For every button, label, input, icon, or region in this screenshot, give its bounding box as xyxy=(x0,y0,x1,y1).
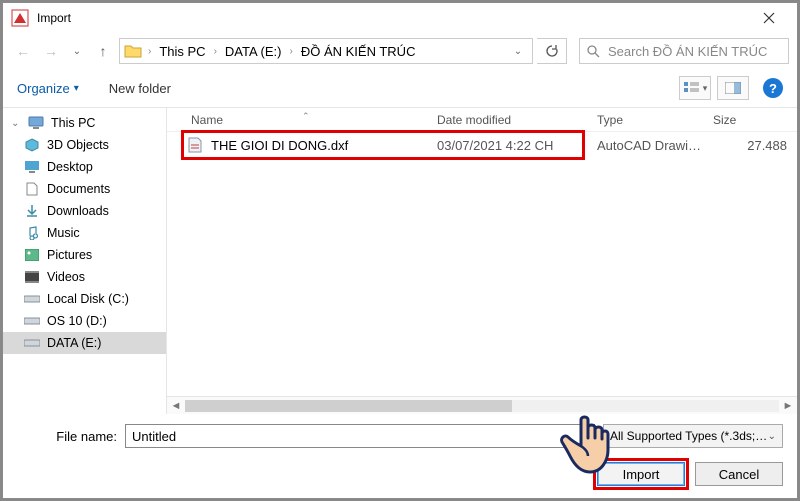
file-size: 27.488 xyxy=(707,138,797,153)
nav-history-dropdown[interactable]: ⌄ xyxy=(67,46,87,57)
tree-label: This PC xyxy=(51,116,95,130)
tree-label: Pictures xyxy=(47,248,92,262)
tree-label: 3D Objects xyxy=(47,138,109,152)
tree-item-downloads[interactable]: Downloads xyxy=(3,200,166,222)
tree-item-3d-objects[interactable]: 3D Objects xyxy=(3,134,166,156)
search-box[interactable] xyxy=(579,38,789,64)
tree-item-this-pc[interactable]: ⌄ This PC xyxy=(3,112,166,134)
tree-label: Local Disk (C:) xyxy=(47,292,129,306)
cancel-button[interactable]: Cancel xyxy=(695,462,783,486)
organize-menu[interactable]: Organize ▾ xyxy=(17,81,79,96)
tree-label: Music xyxy=(47,226,80,240)
drive-icon xyxy=(23,338,41,348)
breadcrumb-folder[interactable]: ĐỒ ÁN KIẾN TRÚC xyxy=(297,43,420,60)
column-name[interactable]: ⌃Name xyxy=(167,113,437,127)
file-type-select[interactable]: All Supported Types (*.3ds; *.bn ⌄ xyxy=(603,424,783,448)
chevron-right-icon: › xyxy=(212,46,219,57)
tree-label: Desktop xyxy=(47,160,93,174)
preview-pane-button[interactable] xyxy=(717,76,749,100)
desktop-icon xyxy=(23,161,41,173)
tree-label: DATA (E:) xyxy=(47,336,101,350)
tree-label: Videos xyxy=(47,270,85,284)
scroll-left-icon[interactable]: ◄ xyxy=(167,400,185,412)
file-name-label: File name: xyxy=(17,429,117,444)
horizontal-scrollbar[interactable]: ◄ ► xyxy=(167,396,797,414)
document-icon xyxy=(23,182,41,196)
video-icon xyxy=(23,271,41,283)
tree-item-local-disk-c[interactable]: Local Disk (C:) xyxy=(3,288,166,310)
chevron-down-icon: ⌄ xyxy=(768,431,776,442)
window-title: Import xyxy=(37,11,749,25)
chevron-down-icon: ▾ xyxy=(703,83,708,94)
view-options-button[interactable]: ▾ xyxy=(679,76,711,100)
folder-icon xyxy=(124,43,142,59)
nav-forward-button[interactable]: → xyxy=(39,39,63,63)
chevron-right-icon: › xyxy=(146,46,153,57)
breadcrumb-dropdown[interactable]: ⌄ xyxy=(508,46,528,57)
sort-asc-icon: ⌃ xyxy=(302,111,310,122)
music-icon xyxy=(23,226,41,240)
chevron-right-icon: › xyxy=(288,46,295,57)
search-icon xyxy=(586,44,600,58)
tree-item-pictures[interactable]: Pictures xyxy=(3,244,166,266)
tree-item-data-e[interactable]: DATA (E:) xyxy=(3,332,166,354)
nav-back-button[interactable]: ← xyxy=(11,39,35,63)
file-row[interactable]: THE GIOI DI DONG.dxf 03/07/2021 4:22 CH … xyxy=(167,132,797,158)
download-icon xyxy=(23,204,41,218)
tree-item-desktop[interactable]: Desktop xyxy=(3,156,166,178)
monitor-icon xyxy=(27,116,45,130)
chevron-down-icon: ▾ xyxy=(74,83,79,94)
scroll-right-icon[interactable]: ► xyxy=(779,400,797,412)
breadcrumb[interactable]: › This PC › DATA (E:) › ĐỒ ÁN KIẾN TRÚC … xyxy=(119,38,533,64)
drive-icon xyxy=(23,316,41,326)
cube-icon xyxy=(23,138,41,152)
organize-label: Organize xyxy=(17,81,70,96)
image-icon xyxy=(23,249,41,261)
file-date: 03/07/2021 4:22 CH xyxy=(437,138,587,153)
search-input[interactable] xyxy=(606,43,786,60)
file-name: THE GIOI DI DONG.dxf xyxy=(211,138,348,153)
chevron-down-icon: ⌄ xyxy=(11,118,21,129)
tree-item-music[interactable]: Music xyxy=(3,222,166,244)
tree-label: OS 10 (D:) xyxy=(47,314,107,328)
refresh-button[interactable] xyxy=(537,38,567,64)
tree-label: Downloads xyxy=(47,204,109,218)
tree-label: Documents xyxy=(47,182,110,196)
column-size[interactable]: Size xyxy=(707,113,797,127)
new-folder-button[interactable]: New folder xyxy=(109,81,171,96)
file-type-label: All Supported Types (*.3ds; *.bn xyxy=(610,429,768,443)
nav-up-button[interactable]: ↑ xyxy=(91,39,115,63)
dxf-file-icon xyxy=(187,137,203,153)
import-button[interactable]: Import xyxy=(597,462,685,486)
tree-item-videos[interactable]: Videos xyxy=(3,266,166,288)
help-button[interactable]: ? xyxy=(763,78,783,98)
column-type[interactable]: Type xyxy=(587,113,707,127)
breadcrumb-this-pc[interactable]: This PC xyxy=(155,43,209,60)
tree-item-documents[interactable]: Documents xyxy=(3,178,166,200)
file-name-input[interactable] xyxy=(125,424,595,448)
tree-item-os10-d[interactable]: OS 10 (D:) xyxy=(3,310,166,332)
column-date[interactable]: Date modified xyxy=(437,113,587,127)
breadcrumb-drive[interactable]: DATA (E:) xyxy=(221,43,286,60)
drive-icon xyxy=(23,294,41,304)
close-button[interactable] xyxy=(749,3,789,33)
file-type: AutoCAD Drawing... xyxy=(587,138,707,153)
navigation-tree[interactable]: ⌄ This PC 3D Objects Desktop Documents D… xyxy=(3,108,167,414)
column-headers[interactable]: ⌃Name Date modified Type Size xyxy=(167,108,797,132)
app-icon xyxy=(11,9,29,27)
scrollbar-thumb[interactable] xyxy=(185,400,512,412)
